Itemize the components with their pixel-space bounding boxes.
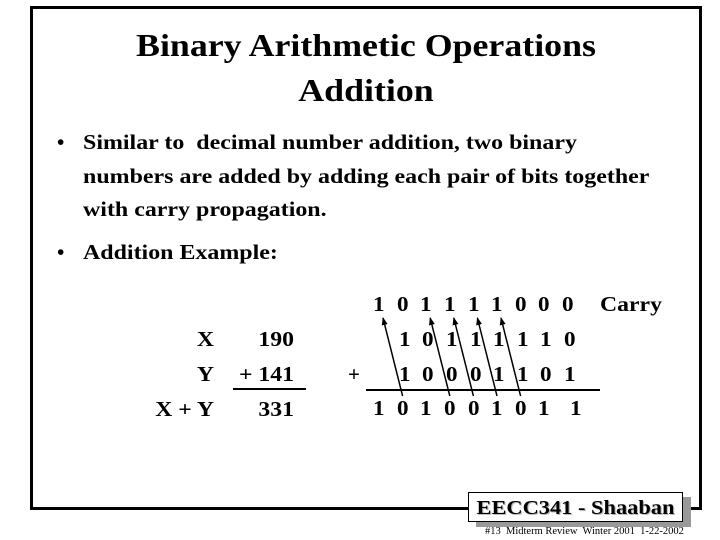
y-bit: 1	[564, 362, 576, 387]
x-bit: 0	[564, 327, 576, 352]
operand-y-value: + 141	[238, 362, 294, 387]
carry-label: Carry	[600, 292, 662, 317]
y-bit: 1	[516, 362, 529, 387]
binary-sum-rule	[366, 389, 600, 391]
sum-bit: 0	[467, 396, 480, 421]
x-bit: 1	[540, 327, 552, 352]
carry-bit: 1	[444, 292, 456, 317]
carry-bit: 1	[491, 292, 503, 317]
plus-operator: +	[348, 362, 360, 387]
y-bit: 0	[422, 362, 434, 387]
x-bit: 0	[422, 327, 434, 352]
bullet-marker: •	[57, 240, 65, 265]
x-bit: 1	[469, 327, 482, 352]
y-bit: 1	[493, 362, 505, 387]
x-bit: 1	[398, 327, 411, 352]
carry-bit: 1	[467, 292, 480, 317]
sum-bit: 0	[444, 396, 456, 421]
carry-bit: 1	[373, 292, 385, 317]
carry-bit: 0	[396, 292, 409, 317]
y-bit: 0	[469, 362, 482, 387]
sum-bit: 0	[514, 396, 527, 421]
slide-title-line-2: Addition	[298, 72, 434, 109]
sum-bit: 1	[491, 396, 503, 421]
carry-bit: 1	[420, 292, 432, 317]
decimal-sum-rule	[233, 388, 306, 390]
y-bit: 0	[540, 362, 552, 387]
y-bit: 0	[446, 362, 458, 387]
x-bit: 1	[516, 327, 529, 352]
footer-course-label: EECC341 - Shaaban	[476, 497, 675, 519]
bullet-text-line: with carry propagation.	[83, 197, 327, 222]
sum-bit: 1	[420, 396, 432, 421]
x-bit: 1	[446, 327, 458, 352]
carry-bit: 0	[514, 292, 527, 317]
footer-caption: #13 Midterm Review Winter 2001 1-22-2002	[485, 526, 684, 537]
sum-bit: 1	[373, 396, 385, 421]
slide-title-line-1: Binary Arithmetic Operations	[136, 27, 596, 64]
carry-bit: 0	[562, 292, 574, 317]
footer-course-box: EECC341 - Shaaban	[468, 492, 683, 522]
bullet-marker: •	[57, 130, 65, 155]
bullet-text-line: Addition Example:	[83, 240, 278, 265]
sum-bit: 1	[570, 396, 582, 421]
bullet-text-line: numbers are added by adding each pair of…	[83, 164, 650, 189]
bullet-text-line: Similar to decimal number addition, two …	[83, 130, 577, 155]
x-bit: 1	[493, 327, 505, 352]
y-bit: 1	[398, 362, 411, 387]
sum-value: 331	[258, 397, 294, 422]
sum-bit: 0	[396, 396, 409, 421]
carry-bit: 0	[538, 292, 550, 317]
operand-x-value: 190	[258, 327, 294, 352]
sum-bit: 1	[538, 396, 550, 421]
